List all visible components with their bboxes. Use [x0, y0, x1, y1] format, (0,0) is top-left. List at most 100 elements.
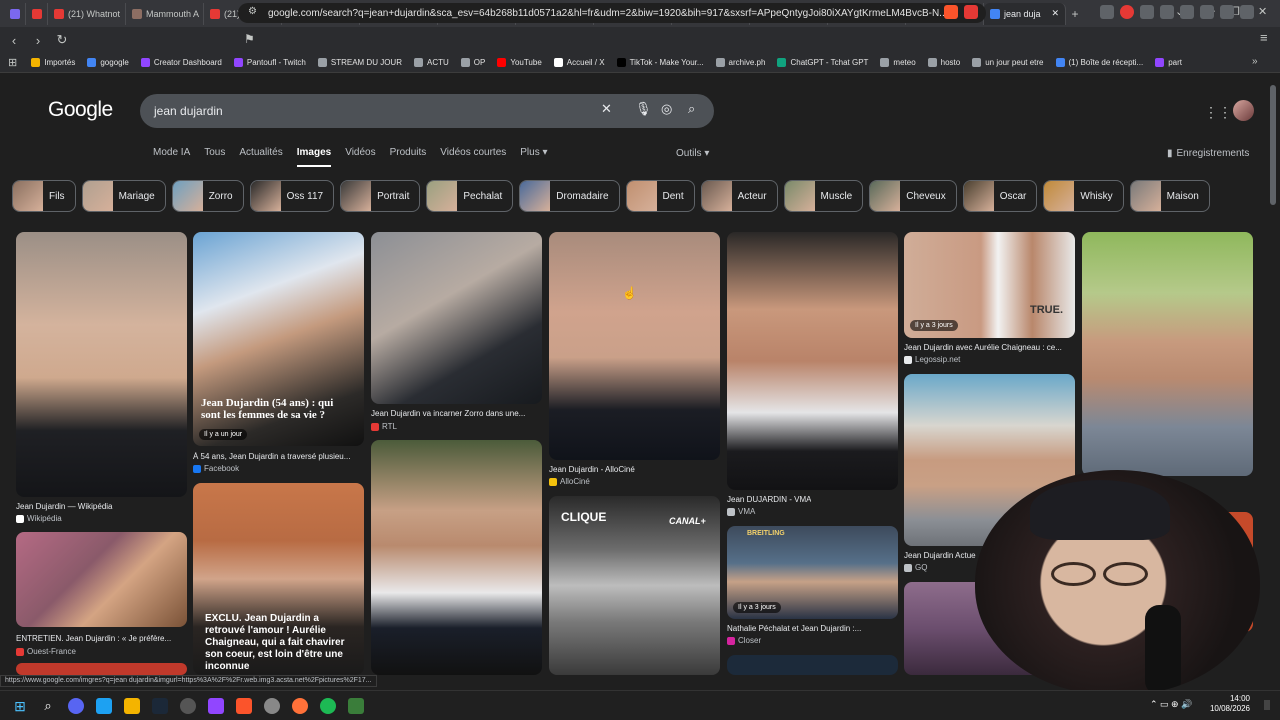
bookmark-item[interactable]: Pantoufl - Twitch — [233, 58, 306, 67]
browser-tab[interactable]: (21) Whatnot — [48, 2, 126, 25]
chip-dromadaire[interactable]: Dromadaire — [519, 180, 620, 212]
bookmark-item[interactable]: Accueil / X — [553, 58, 605, 67]
chip-maison[interactable]: Maison — [1129, 180, 1210, 212]
bookmark-item[interactable]: un jour peut etre — [972, 58, 1044, 67]
result-image[interactable]: CLIQUE CANAL+ — [549, 496, 720, 675]
vpn-icon[interactable] — [1240, 5, 1254, 19]
brave-shield-icon[interactable] — [944, 5, 958, 19]
extension-icon[interactable] — [1100, 5, 1114, 19]
result-image[interactable] — [16, 532, 187, 627]
result-source[interactable]: Closer — [727, 636, 761, 645]
url-field[interactable]: ⚙ google.com/search?q=jean+dujardin&sca_… — [238, 3, 986, 23]
chip-portrait[interactable]: Portrait — [340, 180, 421, 212]
reload-icon[interactable]: ↻ — [52, 32, 72, 48]
bookmark-item[interactable]: (1) Boîte de récepti... — [1055, 58, 1143, 67]
microphone-icon[interactable]: 🎙 — [635, 101, 652, 117]
result-caption[interactable]: ENTRETIEN. Jean Dujardin : « Je préfère.… — [16, 634, 187, 643]
result-caption[interactable]: Jean Dujardin - AlloCiné — [549, 465, 635, 474]
result-image[interactable]: BREITLING Il y a 3 jours — [727, 526, 898, 619]
search-icon[interactable]: ⌕ — [688, 101, 695, 117]
bookmark-item[interactable]: Creator Dashboard — [140, 58, 222, 67]
result-caption[interactable]: Jean Dujardin — Wikipédia — [16, 502, 113, 511]
google-apps-icon[interactable]: ⋮⋮ — [1204, 104, 1232, 121]
bookmark-item[interactable]: ACTU — [414, 58, 449, 67]
result-image[interactable] — [16, 232, 187, 497]
tab-short-videos[interactable]: Vidéos courtes — [440, 147, 506, 167]
bookmark-item[interactable]: meteo — [880, 58, 916, 67]
menu-icon[interactable]: ≡ — [1260, 30, 1268, 45]
chip-acteur[interactable]: Acteur — [700, 180, 778, 212]
result-source[interactable]: Ouest-France — [16, 647, 76, 656]
bookmark-item[interactable]: Importés — [31, 58, 75, 67]
tab-images[interactable]: Images — [296, 147, 332, 167]
browser-tab[interactable] — [26, 2, 48, 25]
browser-tab[interactable] — [4, 2, 26, 25]
bookmark-item[interactable]: part — [1155, 58, 1182, 67]
app-icon[interactable] — [96, 697, 112, 714]
app-icon[interactable] — [348, 697, 364, 714]
back-icon[interactable]: ‹ — [4, 33, 24, 48]
tools-button[interactable]: Outils ▾ — [676, 148, 709, 159]
result-image[interactable] — [1082, 232, 1253, 476]
result-image[interactable] — [16, 663, 187, 675]
tab-videos[interactable]: Vidéos — [345, 147, 375, 167]
chip-pechalat[interactable]: Pechalat — [426, 180, 514, 212]
result-source[interactable]: Legossip.net — [904, 355, 960, 364]
show-desktop-button[interactable] — [1264, 700, 1270, 710]
result-caption[interactable]: Jean Dujardin va incarner Zorro dans une… — [371, 409, 542, 418]
page-scrollbar[interactable] — [1270, 85, 1276, 205]
wallet-icon[interactable] — [1200, 5, 1214, 19]
tab-more[interactable]: Plus ▾ — [520, 147, 547, 167]
result-image[interactable]: TRUE. Il y a 3 jours — [904, 232, 1075, 338]
brave-icon[interactable] — [236, 697, 252, 714]
puzzle-icon[interactable] — [1140, 5, 1154, 19]
search-icon[interactable]: ⌕ — [40, 698, 56, 714]
tab-mode-ia[interactable]: Mode IA — [153, 147, 190, 167]
chip-whisky[interactable]: Whisky — [1043, 180, 1124, 212]
chip-dent[interactable]: Dent — [625, 180, 695, 212]
bookmark-star-icon[interactable]: ⚑ — [244, 32, 255, 46]
chip-zorro[interactable]: Zorro — [171, 180, 244, 212]
browser-tab[interactable]: Mammouth A — [126, 2, 204, 25]
bookmark-item[interactable]: TikTok - Make Your... — [616, 58, 704, 67]
result-source[interactable]: Facebook — [193, 464, 239, 473]
steam-icon[interactable] — [152, 697, 168, 714]
tab-all[interactable]: Tous — [204, 147, 225, 167]
more-bookmarks-icon[interactable]: » — [1252, 56, 1258, 67]
site-info-icon[interactable]: ⚙ — [248, 6, 257, 17]
result-caption[interactable]: Jean DUJARDIN - VMA — [727, 495, 811, 504]
system-tray-icons[interactable]: ⌃ ▭ ⊕ 🔊 — [1150, 699, 1192, 710]
obs-icon[interactable] — [180, 697, 196, 714]
bookmark-item[interactable]: OP — [460, 58, 485, 67]
result-image[interactable] — [371, 232, 542, 404]
bookmark-item[interactable]: STREAM DU JOUR — [317, 58, 402, 67]
clock[interactable]: 14:00 10/08/2026 — [1210, 694, 1250, 714]
spotify-icon[interactable] — [320, 697, 336, 714]
result-source[interactable]: Wikipédia — [16, 514, 62, 523]
result-caption[interactable]: À 54 ans, Jean Dujardin a traversé plusi… — [193, 452, 364, 461]
extension-icon[interactable] — [1120, 5, 1134, 19]
download-icon[interactable] — [1220, 5, 1234, 19]
chip-oss-117[interactable]: Oss 117 — [249, 180, 335, 212]
result-caption[interactable]: Jean Dujardin Actue — [904, 551, 976, 560]
tab-news[interactable]: Actualités — [239, 147, 282, 167]
result-caption[interactable]: Jean Dujardin avec Aurélie Chaigneau : c… — [904, 343, 1075, 352]
forward-icon[interactable]: › — [28, 33, 48, 48]
result-image[interactable] — [371, 440, 542, 675]
discord-icon[interactable] — [68, 697, 84, 714]
chip-cheveux[interactable]: Cheveux — [869, 180, 957, 212]
result-image[interactable] — [549, 232, 720, 460]
apps-grid-icon[interactable]: ⊞ — [8, 56, 17, 69]
clear-search-icon[interactable]: ✕ — [601, 101, 612, 117]
search-input[interactable]: jean dujardin — [140, 94, 714, 128]
result-source[interactable]: GQ — [904, 563, 927, 572]
firefox-icon[interactable] — [292, 697, 308, 714]
chip-fils[interactable]: Fils — [12, 180, 76, 212]
close-window-icon[interactable]: ✕ — [1258, 5, 1267, 18]
app-icon[interactable] — [264, 697, 280, 714]
close-tab-icon[interactable]: ✕ — [1051, 8, 1059, 19]
bookmark-item[interactable]: gogogle — [87, 58, 129, 67]
chip-oscar[interactable]: Oscar — [962, 180, 1038, 212]
result-source[interactable]: AlloCiné — [549, 477, 590, 486]
windows-start-icon[interactable]: ⊞ — [12, 698, 28, 714]
